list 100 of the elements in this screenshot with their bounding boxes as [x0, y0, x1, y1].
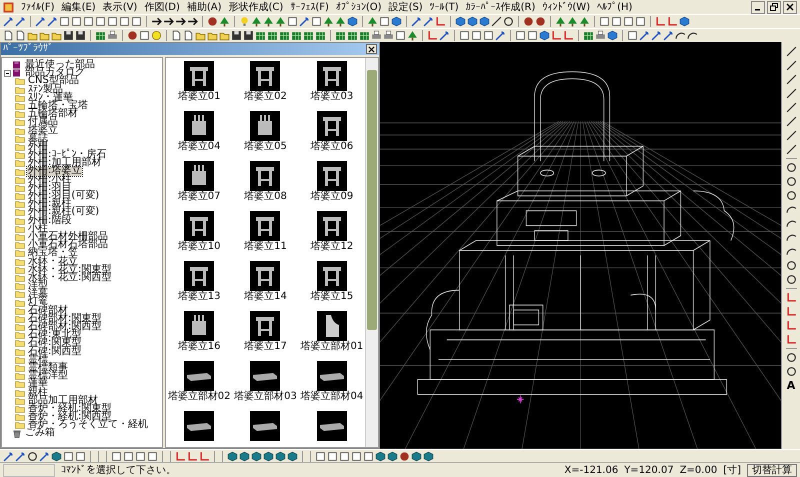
- tree-item[interactable]: ごみ箱: [24, 429, 56, 438]
- corner-icon[interactable]: [435, 16, 446, 27]
- part-thumbnail[interactable]: [250, 311, 280, 341]
- part-thumbnail[interactable]: [250, 361, 280, 391]
- tree-item[interactable]: 霊標: [27, 356, 49, 364]
- bulb-icon[interactable]: [239, 16, 250, 27]
- grid-icon[interactable]: [267, 30, 278, 41]
- part-thumbnail[interactable]: [316, 361, 347, 391]
- tree-icon[interactable]: [263, 16, 274, 27]
- tree-icon[interactable]: [579, 16, 590, 27]
- pencil-icon[interactable]: [439, 30, 450, 41]
- tree-icon[interactable]: [335, 16, 346, 27]
- arc-icon[interactable]: [675, 30, 686, 41]
- pencil-icon[interactable]: [15, 16, 26, 27]
- tree-icon[interactable]: [323, 16, 334, 27]
- part-thumbnail[interactable]: [184, 311, 214, 341]
- arc-icon[interactable]: [786, 218, 796, 229]
- close-button[interactable]: [366, 44, 377, 54]
- part-thumbnail[interactable]: [184, 61, 214, 91]
- line-icon[interactable]: [786, 102, 796, 113]
- part-thumbnail[interactable]: [316, 211, 347, 241]
- corner-icon[interactable]: [551, 30, 562, 41]
- square-outline-icon[interactable]: [119, 16, 130, 27]
- printer-icon[interactable]: [107, 30, 118, 41]
- pencil-icon[interactable]: [663, 30, 674, 41]
- pencil-icon[interactable]: [495, 30, 506, 41]
- square-outline-icon[interactable]: [351, 450, 362, 462]
- corner-icon[interactable]: [786, 292, 796, 303]
- square-outline-icon[interactable]: [611, 16, 622, 27]
- tree-item[interactable]: 外柵:羽目(可変): [27, 192, 100, 200]
- part-thumbnail[interactable]: [250, 411, 280, 441]
- arrow-icon[interactable]: [163, 16, 174, 27]
- menu-item[interactable]: 設定(S): [388, 0, 423, 14]
- tree-item[interactable]: 部品加工用部材: [27, 396, 99, 405]
- tree-item[interactable]: 石碑部材:関西型: [27, 323, 102, 332]
- corner-icon[interactable]: [786, 306, 796, 317]
- tree-item[interactable]: 親柱: [27, 388, 49, 397]
- arrow-icon[interactable]: [175, 16, 186, 27]
- line-icon[interactable]: [786, 60, 796, 71]
- tree-item[interactable]: 塔婆立: [27, 126, 59, 135]
- square-outline-icon[interactable]: [635, 16, 646, 27]
- square-outline-icon[interactable]: [339, 450, 350, 462]
- square-outline-icon[interactable]: [459, 30, 470, 41]
- menu-item[interactable]: 形状作成(C): [228, 0, 284, 14]
- tree-item[interactable]: 付属品: [27, 118, 59, 127]
- tree-icon[interactable]: [407, 30, 418, 41]
- tree-icon[interactable]: [367, 16, 378, 27]
- menu-item[interactable]: 作図(D): [144, 0, 180, 14]
- printer-icon[interactable]: [595, 30, 606, 41]
- square-outline-icon[interactable]: [483, 30, 494, 41]
- scrollbar-thumb[interactable]: [367, 70, 377, 330]
- tree-item[interactable]: 外柵:羽目: [27, 184, 72, 192]
- sphere-icon[interactable]: [399, 450, 410, 462]
- grid-icon[interactable]: [291, 30, 302, 41]
- square-outline-icon[interactable]: [147, 450, 158, 462]
- tree-item[interactable]: ｽﾃﾝ製品: [27, 86, 64, 94]
- sphere-icon[interactable]: [127, 30, 138, 41]
- close-button[interactable]: [783, 0, 797, 14]
- pencil-icon[interactable]: [35, 16, 46, 27]
- pencil-icon[interactable]: [423, 16, 434, 27]
- square-outline-icon[interactable]: [63, 450, 74, 462]
- square-outline-icon[interactable]: [123, 450, 134, 462]
- corner-icon[interactable]: [427, 30, 438, 41]
- square-outline-icon[interactable]: [623, 16, 634, 27]
- menu-item[interactable]: ﾌｧｲﾙ(F): [21, 1, 55, 13]
- part-thumbnail[interactable]: [250, 61, 280, 91]
- tree-item[interactable]: 洋型: [27, 282, 49, 290]
- cube-icon[interactable]: [467, 16, 478, 27]
- menu-item[interactable]: 補助(A): [186, 0, 222, 14]
- square-outline-icon[interactable]: [327, 450, 338, 462]
- sphere-icon[interactable]: [207, 16, 218, 27]
- square-outline-icon[interactable]: [363, 450, 374, 462]
- tree-item[interactable]: CNS型部品: [27, 77, 80, 86]
- line-icon[interactable]: [786, 144, 796, 155]
- part-thumbnail[interactable]: [184, 161, 214, 191]
- tree-item[interactable]: 外柵: [27, 142, 49, 152]
- circle-icon[interactable]: [786, 352, 796, 363]
- part-thumbnail[interactable]: [250, 261, 280, 291]
- tree-item[interactable]: 外柵:親柱(可変): [27, 208, 100, 217]
- square-outline-icon[interactable]: [107, 16, 118, 27]
- circle-icon[interactable]: [27, 450, 38, 462]
- corner-icon[interactable]: [655, 16, 666, 27]
- square-outline-icon[interactable]: [111, 450, 122, 462]
- cube-icon[interactable]: [375, 450, 386, 462]
- cube-icon[interactable]: [391, 16, 402, 27]
- menu-item[interactable]: 表示(V): [102, 0, 138, 14]
- menu-item[interactable]: ﾂｰﾙ(T): [430, 1, 459, 13]
- part-thumbnail[interactable]: [250, 211, 280, 241]
- corner-icon[interactable]: [187, 450, 198, 462]
- line-icon[interactable]: [786, 74, 796, 85]
- tree-icon[interactable]: [275, 16, 286, 27]
- switch-calc-button[interactable]: 切替計算: [747, 464, 797, 476]
- square-outline-icon[interactable]: [311, 16, 322, 27]
- square-outline-icon[interactable]: [395, 30, 406, 41]
- tree-icon[interactable]: [567, 16, 578, 27]
- pencil-icon[interactable]: [299, 16, 310, 27]
- pencil-icon[interactable]: [3, 16, 14, 27]
- cube-icon[interactable]: [347, 16, 358, 27]
- pencil-icon[interactable]: [3, 450, 14, 462]
- line-icon[interactable]: [786, 88, 796, 99]
